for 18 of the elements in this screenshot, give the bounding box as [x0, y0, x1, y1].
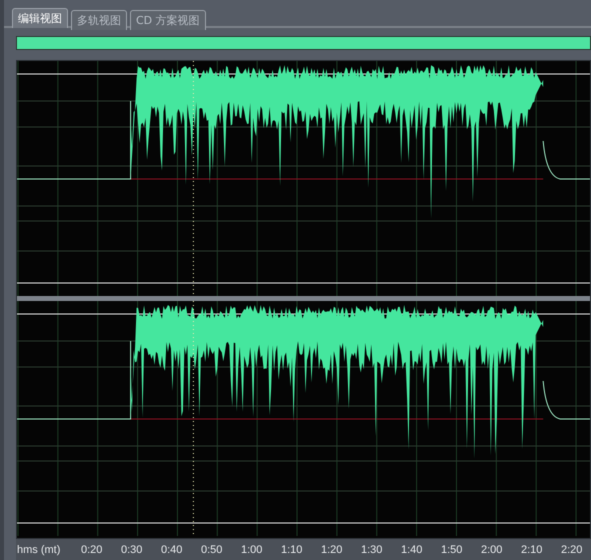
ruler-label: 1:50 [441, 544, 462, 556]
ruler-label: 1:30 [361, 544, 382, 556]
view-tab[interactable]: 编辑视图 [12, 8, 68, 28]
overview-bar[interactable] [16, 36, 591, 50]
ruler-label: 1:00 [241, 544, 262, 556]
ruler-label: 0:30 [121, 544, 142, 556]
ruler-label: 0:20 [81, 544, 102, 556]
ruler-label: 0:40 [161, 544, 182, 556]
ruler-label: 2:20 [561, 544, 582, 556]
ruler-unit: hms (mt) [17, 544, 60, 556]
view-tab[interactable]: 多轨视图 [71, 10, 127, 30]
ruler-label: 1:10 [281, 544, 302, 556]
ruler-label: 2:10 [521, 544, 542, 556]
view-tab[interactable]: CD 方案视图 [130, 10, 206, 30]
ruler-label: 2:00 [481, 544, 502, 556]
ruler-label: 0:50 [201, 544, 222, 556]
ruler-label: 1:20 [321, 544, 342, 556]
ruler-label: 1:40 [401, 544, 422, 556]
